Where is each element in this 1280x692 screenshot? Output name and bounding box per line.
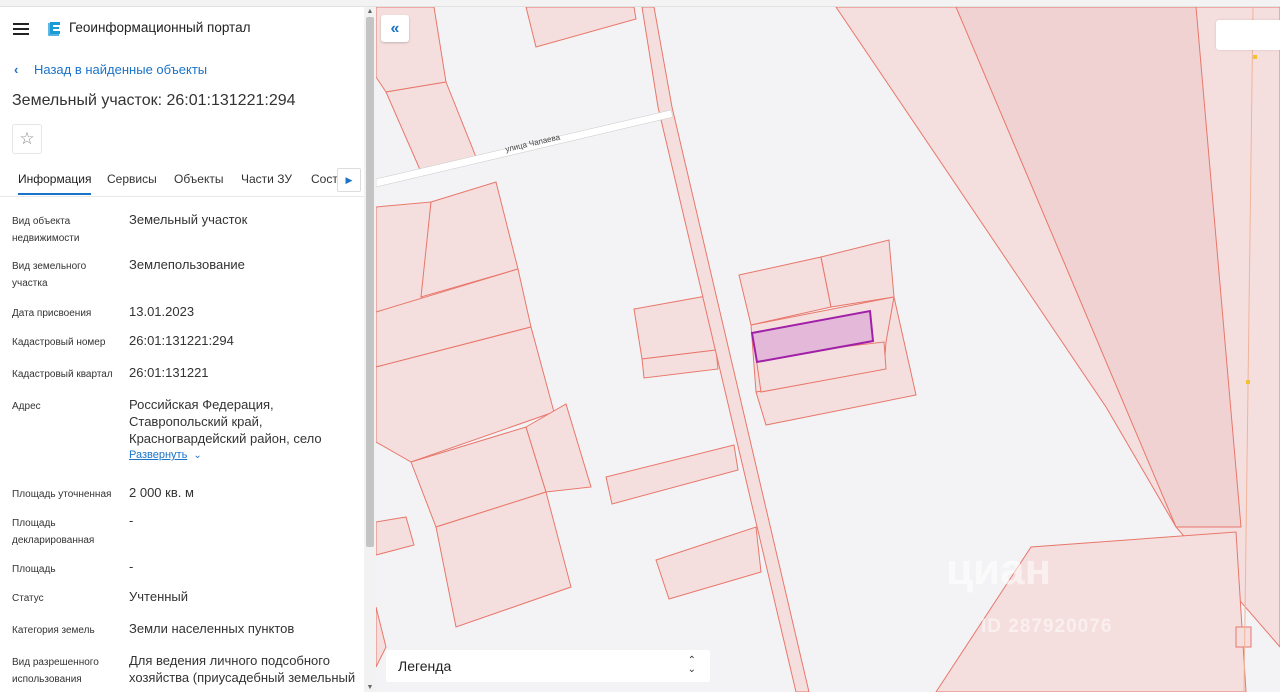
street-label: улица Чапаева bbox=[504, 132, 561, 153]
tab-services[interactable]: Сервисы bbox=[107, 172, 157, 186]
panel-scrollbar[interactable]: ▲ ▼ bbox=[364, 7, 376, 692]
detail-key: Вид разрешенного использования bbox=[12, 657, 99, 685]
boundary-marker bbox=[1246, 380, 1250, 384]
detail-key: Кадастровый номер bbox=[12, 337, 106, 348]
detail-value: Для ведения личного подсобного хозяйства… bbox=[129, 653, 356, 688]
detail-value: - bbox=[129, 559, 134, 574]
detail-key: Статус bbox=[12, 593, 44, 604]
detail-key: Площадь декларированная bbox=[12, 518, 95, 546]
map-control-box[interactable] bbox=[1216, 20, 1280, 50]
detail-key: Вид земельного участка bbox=[12, 261, 87, 289]
detail-value: Землепользование bbox=[129, 257, 245, 272]
detail-value: Земельный участок bbox=[129, 212, 248, 227]
detail-value: - bbox=[129, 513, 134, 528]
detail-key: Вид объекта недвижимости bbox=[12, 216, 80, 244]
tab-objects[interactable]: Объекты bbox=[174, 172, 224, 186]
scrollbar-thumb[interactable] bbox=[366, 17, 374, 547]
back-link[interactable]: ‹ Назад в найденные объекты bbox=[14, 62, 207, 77]
panel-header: Геоинформационный портал bbox=[0, 7, 376, 49]
detail-value: 13.01.2023 bbox=[129, 304, 195, 319]
app-title: Геоинформационный портал bbox=[69, 20, 251, 35]
double-chevron-left-icon: « bbox=[390, 19, 400, 37]
caret-right-icon: ▶ bbox=[345, 174, 353, 185]
tabs-scroll-right-button[interactable]: ▶ bbox=[337, 168, 361, 192]
map-view[interactable]: улица Чапаева циан ID 287920076 « Легенд… bbox=[376, 7, 1280, 692]
detail-key: Площадь уточненная bbox=[12, 489, 112, 500]
page-title: Земельный участок: 26:01:131221:294 bbox=[12, 92, 296, 109]
favorite-button[interactable]: ☆ bbox=[12, 124, 42, 154]
browser-top-strip bbox=[0, 0, 1280, 7]
up-down-chevron-icon: ⌃ ⌄ bbox=[687, 655, 696, 675]
boundary-marker bbox=[1253, 55, 1257, 59]
menu-icon[interactable] bbox=[13, 23, 29, 35]
watermark-id: ID 287920076 bbox=[981, 616, 1113, 637]
address-value: Российская Федерация, Ставропольский кра… bbox=[129, 397, 322, 446]
detail-value: Российская Федерация, Ставропольский кра… bbox=[129, 396, 354, 464]
tab-information[interactable]: Информация bbox=[18, 172, 92, 195]
scroll-up-icon[interactable]: ▲ bbox=[366, 8, 374, 15]
chevron-left-icon: ‹ bbox=[14, 62, 19, 77]
map-canvas[interactable]: улица Чапаева bbox=[376, 7, 1280, 692]
tab-parts[interactable]: Части ЗУ bbox=[241, 172, 292, 186]
tab-bar: Информация Сервисы Объекты Части ЗУ Сост… bbox=[0, 167, 364, 197]
legend-button[interactable]: Легенда ⌃ ⌄ bbox=[386, 650, 710, 682]
collapse-panel-button[interactable]: « bbox=[381, 15, 409, 42]
detail-value: 26:01:131221:294 bbox=[129, 333, 234, 348]
detail-value: 26:01:131221 bbox=[129, 365, 209, 380]
star-icon: ☆ bbox=[19, 129, 35, 148]
info-panel: Геоинформационный портал ‹ Назад в найден… bbox=[0, 7, 376, 692]
expand-link[interactable]: Развернуть ⌄ bbox=[129, 447, 354, 464]
detail-key: Дата присвоения bbox=[12, 308, 92, 319]
expand-link-label: Развернуть bbox=[129, 449, 188, 461]
detail-key: Кадастровый квартал bbox=[12, 369, 113, 380]
back-link-label: Назад в найденные объекты bbox=[34, 62, 208, 77]
chevron-down-icon: ⌄ bbox=[193, 450, 202, 461]
watermark-logo: циан bbox=[946, 545, 1052, 594]
detail-key: Категория земель bbox=[12, 625, 95, 636]
detail-value: Учтенный bbox=[129, 589, 189, 604]
detail-key: Площадь bbox=[12, 564, 56, 575]
detail-value: 2 000 кв. м bbox=[129, 485, 194, 500]
legend-label: Легенда bbox=[398, 658, 452, 674]
detail-key: Адрес bbox=[12, 401, 41, 412]
detail-value: Земли населенных пунктов bbox=[129, 621, 295, 636]
portal-logo-icon bbox=[48, 22, 60, 36]
scroll-down-icon[interactable]: ▼ bbox=[366, 684, 374, 691]
